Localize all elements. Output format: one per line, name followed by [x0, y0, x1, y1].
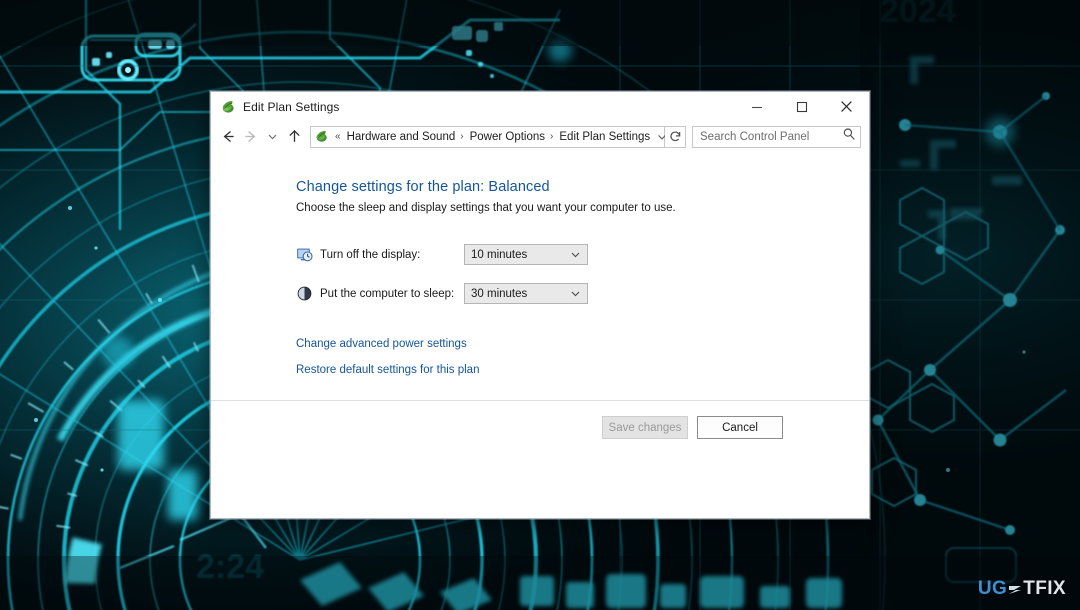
close-button[interactable]	[824, 93, 869, 121]
settings-pane: Change settings for the plan: Balanced C…	[211, 152, 869, 376]
display-timeout-combobox[interactable]: 10 minutes	[464, 244, 588, 265]
forward-button[interactable]	[239, 126, 261, 148]
breadcrumb-separator: ›	[550, 131, 554, 142]
link-change-advanced-power-settings[interactable]: Change advanced power settings	[296, 338, 869, 350]
dialog-buttons: Save changes Cancel	[211, 401, 869, 439]
stylized-e-icon	[1008, 582, 1022, 596]
window-content: Change settings for the plan: Balanced C…	[211, 152, 869, 518]
window-title: Edit Plan Settings	[243, 99, 340, 114]
page-subtitle: Choose the sleep and display settings th…	[296, 202, 676, 214]
setting-label-sleep: Put the computer to sleep:	[320, 287, 455, 300]
navigation-toolbar: « Hardware and Sound › Power Options › E…	[211, 121, 869, 152]
power-plan-leaf-icon	[220, 99, 236, 115]
window-titlebar[interactable]: Edit Plan Settings	[211, 92, 869, 121]
setting-row-sleep: Put the computer to sleep: 30 minutes	[296, 283, 869, 304]
display-timeout-value: 10 minutes	[471, 248, 528, 261]
breadcrumb-power-options[interactable]: Power Options	[468, 131, 547, 143]
setting-label-turn-off-display: Turn off the display:	[320, 248, 421, 261]
watermark-text-ug: UG	[977, 578, 1008, 599]
search-control-panel-box[interactable]	[692, 125, 861, 148]
recent-locations-button[interactable]	[261, 126, 283, 148]
watermark-ugetfix: UG TFIX	[978, 579, 1066, 598]
refresh-button[interactable]	[665, 125, 686, 148]
action-links: Change advanced power settings Restore d…	[296, 338, 869, 376]
dialog-footer: Save changes Cancel	[211, 400, 869, 518]
window-controls	[734, 93, 869, 121]
link-restore-default-settings[interactable]: Restore default settings for this plan	[296, 364, 869, 376]
sleep-moon-icon	[296, 285, 313, 302]
address-bar[interactable]: « Hardware and Sound › Power Options › E…	[310, 125, 666, 148]
cancel-button[interactable]: Cancel	[697, 416, 783, 439]
chevron-down-icon[interactable]	[570, 245, 581, 264]
watermark-text-tfix: TFIX	[1023, 578, 1066, 599]
sleep-timeout-combobox[interactable]: 30 minutes	[464, 283, 588, 304]
breadcrumb-hardware-and-sound[interactable]: Hardware and Sound	[345, 131, 458, 143]
setting-row-turn-off-display: Turn off the display: 10 minutes	[296, 244, 869, 265]
search-icon[interactable]	[842, 127, 856, 146]
save-changes-button[interactable]: Save changes	[602, 416, 688, 439]
breadcrumb-edit-plan-settings[interactable]: Edit Plan Settings	[557, 131, 652, 143]
display-clock-icon	[296, 246, 313, 263]
breadcrumb-overflow[interactable]: «	[332, 131, 345, 142]
edit-plan-settings-window: Edit Plan Settings « Hardware and Sound …	[210, 91, 870, 519]
breadcrumb-separator: ›	[460, 131, 464, 142]
search-input[interactable]	[700, 130, 842, 143]
up-button[interactable]	[283, 126, 305, 148]
minimize-button[interactable]	[734, 93, 779, 121]
chevron-down-icon[interactable]	[570, 284, 581, 303]
back-button[interactable]	[217, 126, 239, 148]
power-plan-leaf-icon	[314, 129, 329, 144]
page-title: Change settings for the plan: Balanced	[296, 179, 550, 195]
maximize-button[interactable]	[779, 93, 824, 121]
sleep-timeout-value: 30 minutes	[471, 287, 528, 300]
